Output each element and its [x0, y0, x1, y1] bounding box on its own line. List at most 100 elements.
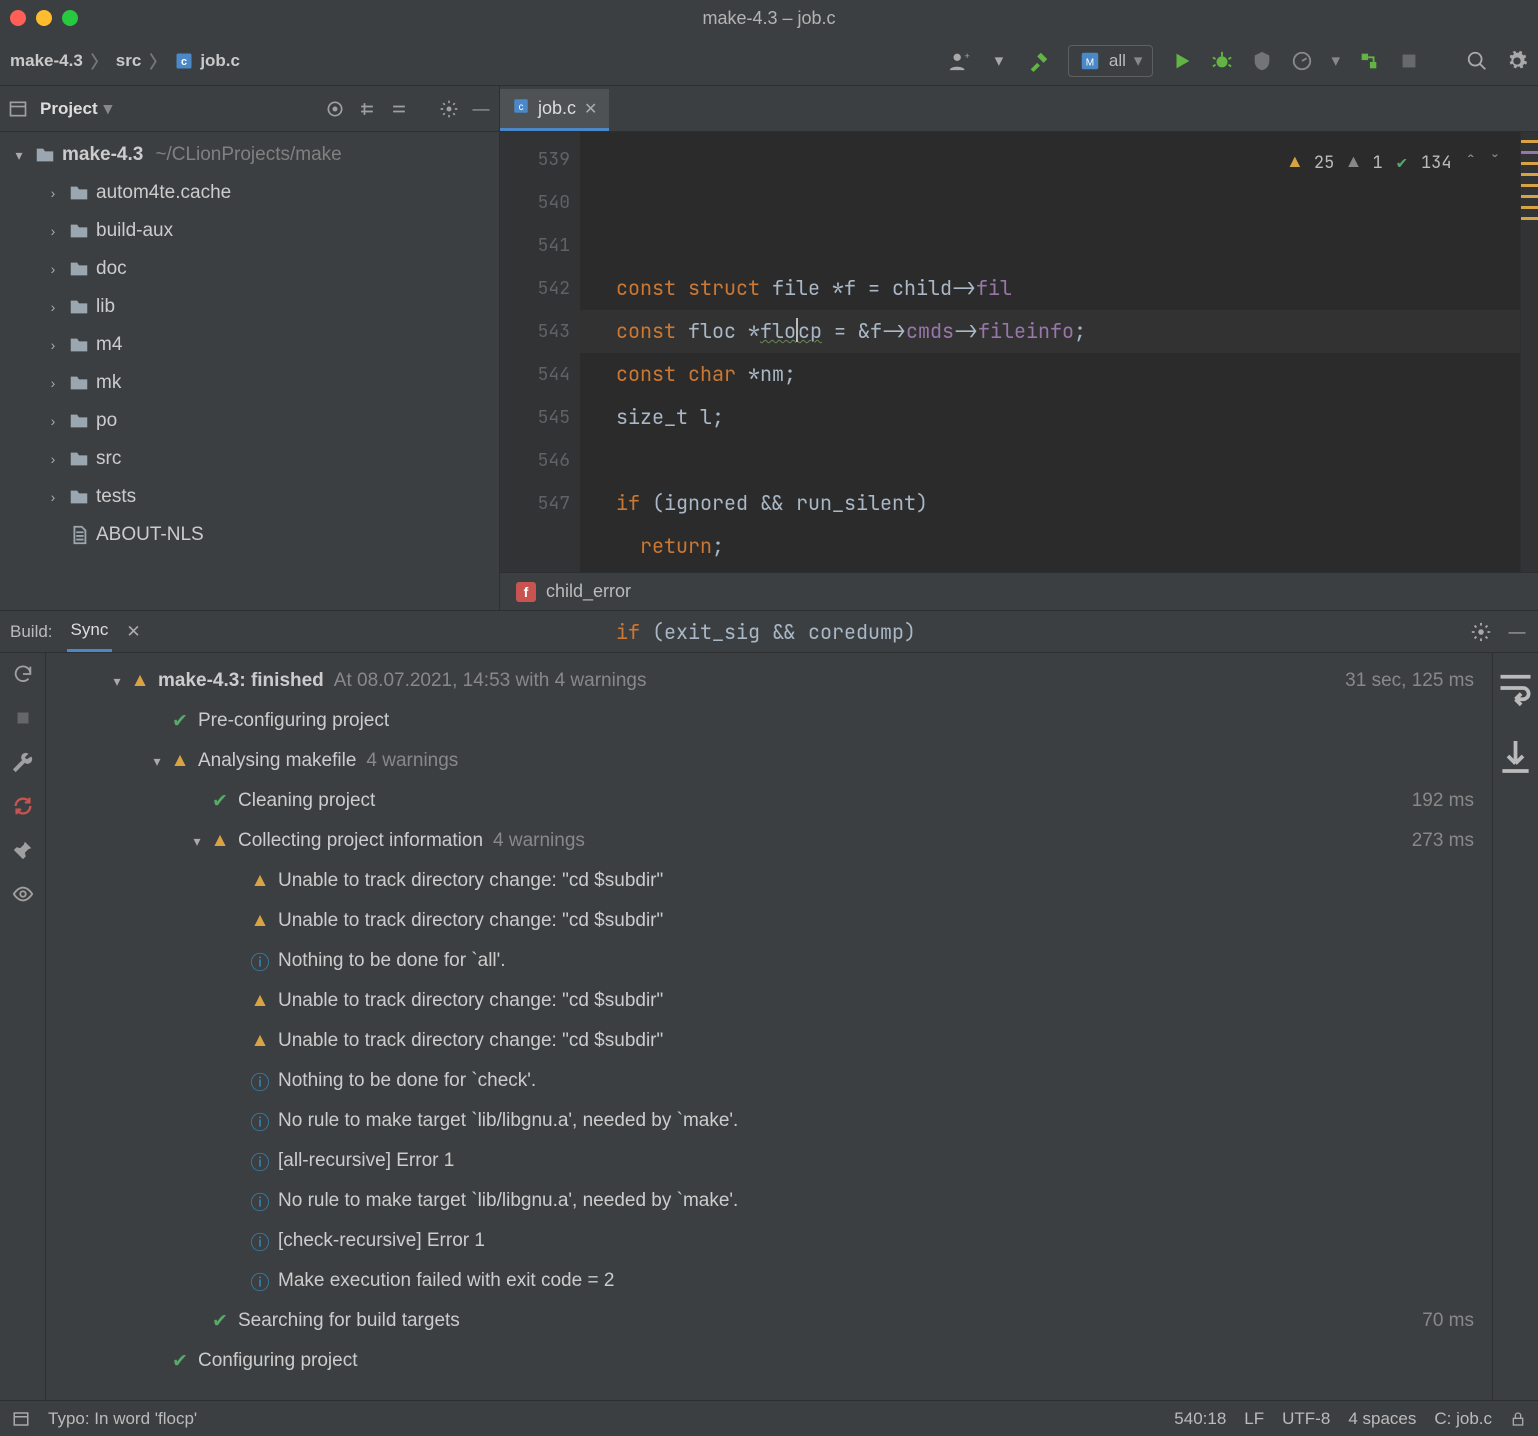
- tree-folder[interactable]: › doc: [0, 250, 499, 288]
- run-config-selector[interactable]: M all ▾: [1068, 45, 1154, 77]
- line-separator[interactable]: LF: [1244, 1409, 1264, 1429]
- build-step[interactable]: ▲Unable to track directory change: "cd $…: [46, 861, 1492, 901]
- profiler-icon[interactable]: [1291, 50, 1313, 72]
- breadcrumb-folder[interactable]: src: [116, 51, 142, 71]
- collapse-all-icon[interactable]: [389, 99, 409, 119]
- tree-file[interactable]: ABOUT-NLS: [0, 516, 499, 554]
- search-icon[interactable]: [1466, 50, 1488, 72]
- build-step[interactable]: ⓘNothing to be done for `check'.: [46, 1061, 1492, 1101]
- pin-icon[interactable]: [12, 839, 34, 861]
- build-step[interactable]: ✔Searching for build targets70 ms: [46, 1301, 1492, 1341]
- tree-folder[interactable]: › build-aux: [0, 212, 499, 250]
- build-step[interactable]: ⓘMake execution failed with exit code = …: [46, 1261, 1492, 1301]
- build-step[interactable]: ▾▲Collecting project information4 warnin…: [46, 821, 1492, 861]
- tree-folder[interactable]: › src: [0, 440, 499, 478]
- hammer-icon[interactable]: [1028, 50, 1050, 72]
- chevron-down-icon[interactable]: ▾: [1331, 51, 1340, 71]
- file-context[interactable]: C: job.c: [1434, 1409, 1492, 1429]
- chevron-right-icon[interactable]: ›: [44, 261, 62, 277]
- stop-icon[interactable]: [12, 707, 34, 729]
- refresh-icon[interactable]: [12, 663, 34, 685]
- gear-icon[interactable]: [439, 99, 459, 119]
- build-root[interactable]: ▾ ▲ make-4.3: finished At 08.07.2021, 14…: [46, 661, 1492, 701]
- chevron-up-icon[interactable]: ˆ: [1466, 142, 1476, 185]
- lock-icon[interactable]: [1510, 1408, 1526, 1430]
- reload-icon[interactable]: [12, 795, 34, 817]
- tree-folder[interactable]: › tests: [0, 478, 499, 516]
- hide-icon[interactable]: —: [471, 99, 491, 119]
- chevron-right-icon[interactable]: ›: [44, 185, 62, 201]
- file-encoding[interactable]: UTF-8: [1282, 1409, 1330, 1429]
- chevron-down-icon[interactable]: ▾: [988, 50, 1010, 72]
- chevron-right-icon[interactable]: ›: [44, 223, 62, 239]
- editor-tabs: c job.c ✕: [500, 86, 1538, 132]
- build-step[interactable]: ✔Cleaning project192 ms: [46, 781, 1492, 821]
- expand-all-icon[interactable]: [357, 99, 377, 119]
- tree-folder[interactable]: › m4: [0, 326, 499, 364]
- chevron-right-icon[interactable]: ›: [44, 451, 62, 467]
- build-step[interactable]: ▲Unable to track directory change: "cd $…: [46, 901, 1492, 941]
- chevron-right-icon[interactable]: ›: [44, 375, 62, 391]
- caret-position[interactable]: 540:18: [1174, 1409, 1226, 1429]
- close-icon[interactable]: ✕: [126, 622, 140, 642]
- tree-folder[interactable]: › autom4te.cache: [0, 174, 499, 212]
- play-icon[interactable]: [1171, 50, 1193, 72]
- breadcrumb-project[interactable]: make-4.3: [10, 51, 83, 71]
- build-step[interactable]: ▲Unable to track directory change: "cd $…: [46, 1021, 1492, 1061]
- build-step[interactable]: ⓘNothing to be done for `all'.: [46, 941, 1492, 981]
- coverage-icon[interactable]: [1251, 50, 1273, 72]
- tree-folder[interactable]: › mk: [0, 364, 499, 402]
- tree-folder[interactable]: › po: [0, 402, 499, 440]
- nav-breadcrumb[interactable]: make-4.3 〉 src 〉 c job.c: [10, 48, 240, 73]
- project-tree[interactable]: ▾ make-4.3 ~/CLionProjects/make › autom4…: [0, 132, 499, 610]
- chevron-right-icon[interactable]: ›: [44, 489, 62, 505]
- breadcrumb-file[interactable]: job.c: [200, 51, 240, 71]
- tree-root-path: ~/CLionProjects/make: [155, 144, 341, 166]
- build-step-text: Nothing to be done for `check'.: [278, 1070, 536, 1092]
- info-icon: ⓘ: [248, 948, 272, 975]
- gutter[interactable]: 539540541542543544545546547: [500, 132, 580, 572]
- chevron-right-icon[interactable]: ›: [44, 299, 62, 315]
- chevron-down-icon[interactable]: ▾: [10, 147, 28, 164]
- chevron-down-icon[interactable]: ˇ: [1490, 142, 1500, 185]
- tree-folder[interactable]: › lib: [0, 288, 499, 326]
- editor-tab[interactable]: c job.c ✕: [500, 89, 609, 131]
- soft-wrap-icon[interactable]: [1493, 663, 1538, 713]
- chevron-down-icon[interactable]: ▾: [186, 833, 208, 850]
- build-step[interactable]: ⓘ[check-recursive] Error 1: [46, 1221, 1492, 1261]
- build-step[interactable]: ✔Configuring project: [46, 1341, 1492, 1381]
- warn-icon: ▲: [248, 990, 272, 1012]
- bug-icon[interactable]: [1211, 50, 1233, 72]
- close-icon[interactable]: ✕: [584, 99, 597, 119]
- window-title: make-4.3 – job.c: [0, 8, 1538, 29]
- chevron-right-icon[interactable]: ›: [44, 413, 62, 429]
- gear-icon[interactable]: [1506, 50, 1528, 72]
- build-step[interactable]: ✔Pre-configuring project: [46, 701, 1492, 741]
- build-step[interactable]: ⓘNo rule to make target `lib/libgnu.a', …: [46, 1181, 1492, 1221]
- inspection-widget[interactable]: ▲25 ▲1 ✔134 ˆ ˇ: [1284, 140, 1506, 187]
- locate-icon[interactable]: [325, 99, 345, 119]
- scroll-to-end-icon[interactable]: [1493, 731, 1538, 781]
- build-step[interactable]: ▾▲Analysing makefile4 warnings: [46, 741, 1492, 781]
- build-output-tree[interactable]: ▾ ▲ make-4.3: finished At 08.07.2021, 14…: [46, 653, 1492, 1400]
- build-step[interactable]: ▲Unable to track directory change: "cd $…: [46, 981, 1492, 1021]
- build-step[interactable]: ⓘ[all-recursive] Error 1: [46, 1141, 1492, 1181]
- tree-root[interactable]: ▾ make-4.3 ~/CLionProjects/make: [0, 136, 499, 174]
- build-tab-sync[interactable]: Sync: [67, 611, 113, 652]
- wrench-icon[interactable]: [12, 751, 34, 773]
- chevron-right-icon[interactable]: ›: [44, 337, 62, 353]
- project-view-selector[interactable]: Project ▾: [40, 99, 112, 119]
- eye-icon[interactable]: [12, 883, 34, 905]
- indent-info[interactable]: 4 spaces: [1348, 1409, 1416, 1429]
- build-step[interactable]: ⓘNo rule to make target `lib/libgnu.a', …: [46, 1101, 1492, 1141]
- chevron-down-icon[interactable]: ▾: [106, 673, 128, 690]
- tool-windows-icon[interactable]: [12, 1408, 30, 1430]
- user-icon[interactable]: +: [948, 50, 970, 72]
- chevron-down-icon[interactable]: ▾: [146, 753, 168, 770]
- stop-icon[interactable]: [1398, 50, 1420, 72]
- attach-icon[interactable]: [1358, 50, 1380, 72]
- project-title: Project: [40, 99, 98, 119]
- error-stripe[interactable]: [1520, 132, 1538, 572]
- code-area[interactable]: ▲25 ▲1 ✔134 ˆ ˇ const struct file *f = c…: [580, 132, 1520, 572]
- project-view-icon[interactable]: [8, 99, 28, 119]
